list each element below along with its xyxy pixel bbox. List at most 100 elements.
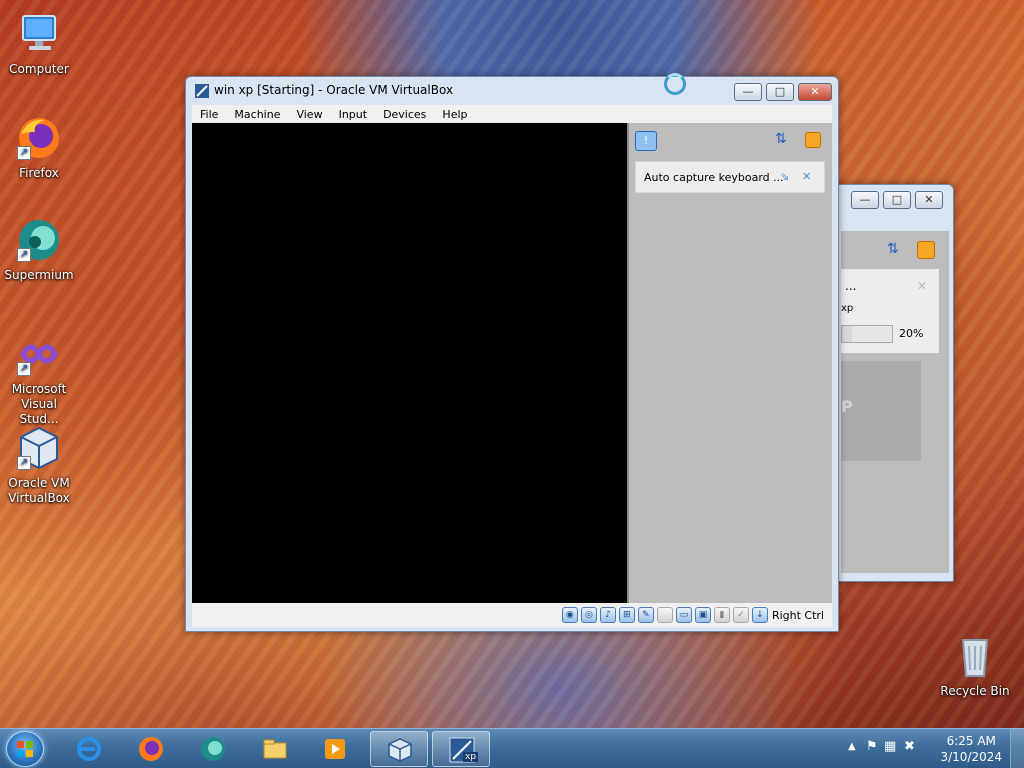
usb-icon[interactable]: ✎ [637,607,654,623]
vm-badge: xp [463,752,479,762]
vm-preview: P [841,361,921,461]
menu-machine[interactable]: Machine [226,108,288,121]
close-button[interactable]: ✕ [798,83,832,101]
minimize-button[interactable]: — [734,83,762,101]
preview-text: P [841,397,853,416]
minimize-button[interactable]: — [851,191,879,209]
virtualbox-icon [194,83,210,99]
taskbar-vm-win-xp[interactable]: xp [432,731,490,767]
background-notification-panel: ⇅ ... ✕ xp 20% P [841,231,949,573]
host-key-icon[interactable]: ↓ [751,607,768,623]
notification-close-icon[interactable]: ✕ [802,170,811,183]
desktop-icon-label: Recycle Bin [940,684,1010,698]
notification-card: Auto capture keyboard ... ⇘ ✕ [635,161,825,193]
computer-icon [15,10,63,58]
cpu-icon[interactable]: ▮ [713,607,730,623]
supermium-icon: ↗ [15,216,63,264]
progress-fill [842,326,852,342]
titlebar[interactable]: win xp [Starting] - Oracle VM VirtualBox… [186,73,838,105]
close-button[interactable]: ✕ [915,191,943,209]
shortcut-arrow-icon: ↗ [17,362,31,376]
notification-title: ... [845,279,857,293]
notification-close-icon[interactable]: ✕ [917,279,927,293]
close-all-icon[interactable] [805,132,821,148]
taskbar-file-explorer[interactable] [246,731,304,767]
desktop-icon-supermium[interactable]: ↗ Supermium [0,216,78,283]
clock-time: 6:25 AM [946,734,996,748]
desktop-icon-label: Microsoft Visual Stud... [11,382,67,426]
sort-icon[interactable]: ⇅ [887,241,907,261]
window-title: win xp [Starting] - Oracle VM VirtualBox [214,83,454,97]
notification-center: ! ⇅ Auto capture keyboard ... ⇘ ✕ [627,123,832,603]
show-desktop-button[interactable] [1010,729,1024,768]
desktop-icon-firefox[interactable]: ↗ Firefox [0,114,78,181]
network-icon[interactable]: ▦ [884,739,896,754]
recording-icon[interactable]: ▣ [694,607,711,623]
shortcut-arrow-icon: ↗ [17,456,31,470]
optical-drive-icon[interactable]: ◎ [580,607,597,623]
taskbar-virtualbox[interactable] [370,731,428,767]
loading-spinner-icon [664,73,686,95]
menu-devices[interactable]: Devices [375,108,434,121]
menubar: File Machine View Input Devices Help [192,105,832,123]
recycle-bin-icon [951,632,999,680]
desktop-icon-label: Firefox [19,166,59,180]
display-icon[interactable]: ▭ [675,607,692,623]
supermium-icon [201,737,225,761]
background-window[interactable]: — □ ✕ ⇅ ... ✕ xp 20% P [820,184,954,582]
notification-toggle-icon[interactable]: ! [635,131,657,151]
visual-studio-icon: ↗ [15,330,63,378]
notification-sub: xp [841,303,854,314]
firefox-icon [139,737,163,761]
desktop-icon-label: Supermium [4,268,74,282]
taskbar-supermium[interactable] [184,731,242,767]
help-icon[interactable]: ⇘ [780,170,789,183]
maximize-button[interactable]: □ [883,191,911,209]
start-button[interactable] [6,731,44,767]
windows-logo-icon [17,741,33,757]
desktop-icon-label: Computer [9,62,69,76]
menu-view[interactable]: View [288,108,330,121]
desktop-icon-computer[interactable]: Computer [0,10,78,77]
vm-window[interactable]: win xp [Starting] - Oracle VM VirtualBox… [185,73,839,632]
taskbar-media-player[interactable] [306,731,364,767]
menu-input[interactable]: Input [331,108,375,121]
action-center-flag-icon[interactable]: ⚑ [866,739,878,754]
vm-display[interactable] [192,123,627,603]
desktop-icon-recycle-bin[interactable]: Recycle Bin [936,632,1014,699]
clock[interactable]: 6:25 AM 3/10/2024 [940,733,1002,765]
volume-muted-icon[interactable]: ✖ [904,739,915,754]
virtualbox-icon: ↗ [15,424,63,472]
desktop-icon-visual-studio[interactable]: ↗ Microsoft Visual Stud... [0,330,78,427]
audio-icon[interactable]: ♪ [599,607,616,623]
progress-label: 20% [899,327,924,340]
desktop-icon-virtualbox[interactable]: ↗ Oracle VM VirtualBox [0,424,78,506]
shared-folders-icon[interactable] [656,607,673,623]
firefox-icon: ↗ [15,114,63,162]
hard-disk-icon[interactable]: ◉ [561,607,578,623]
file-explorer-icon [263,739,287,759]
status-bar: ◉ ◎ ♪ ⊞ ✎ ▭ ▣ ▮ ✓ ↓ Right Ctrl [192,603,832,627]
progress-bar [841,325,893,343]
virtualbox-icon [388,738,412,762]
taskbar-firefox[interactable] [122,731,180,767]
background-notification-card: ... ✕ xp 20% [841,269,939,353]
mouse-integration-icon[interactable]: ✓ [732,607,749,623]
close-all-icon[interactable] [917,241,935,259]
taskbar-internet-explorer[interactable] [60,731,118,767]
sort-icon[interactable]: ⇅ [775,131,793,149]
maximize-button[interactable]: □ [766,83,794,101]
menu-help[interactable]: Help [434,108,475,121]
menu-file[interactable]: File [192,108,226,121]
host-key-label: Right Ctrl [771,608,824,622]
system-tray: ▲ ⚑ ▦ ✖ 6:25 AM 3/10/2024 [834,729,1024,768]
network-icon[interactable]: ⊞ [618,607,635,623]
clock-date: 3/10/2024 [940,750,1002,764]
notification-text: Auto capture keyboard ... [644,171,784,184]
media-player-icon [325,739,345,759]
shortcut-arrow-icon: ↗ [17,146,31,160]
desktop-icon-label: Oracle VM VirtualBox [8,476,70,505]
show-hidden-icons-icon[interactable]: ▲ [848,741,856,752]
internet-explorer-icon [77,737,101,761]
shortcut-arrow-icon: ↗ [17,248,31,262]
